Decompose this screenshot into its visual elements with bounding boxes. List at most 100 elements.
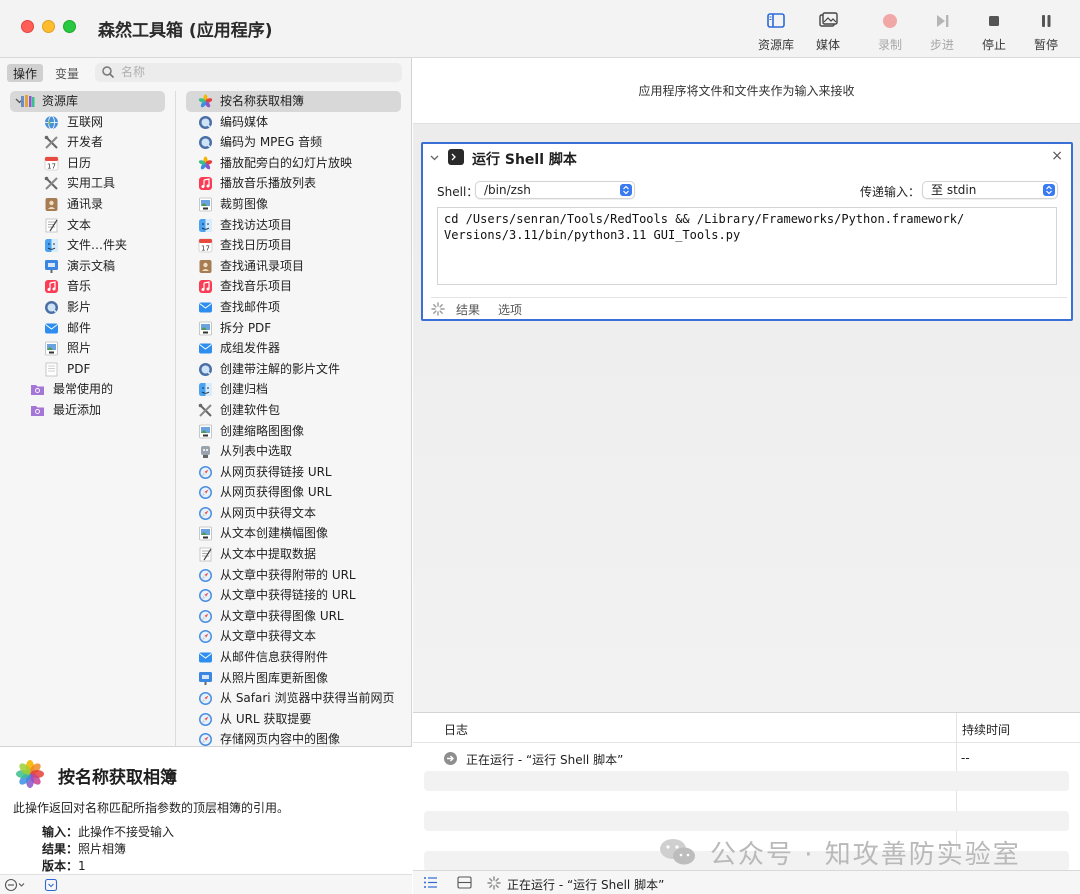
show-description-icon[interactable] <box>44 878 58 892</box>
action-item[interactable]: 查找通讯录项目 <box>177 256 412 277</box>
action-item[interactable]: 按名称获取相簿 <box>186 91 401 112</box>
step-icon <box>937 15 949 27</box>
action-item[interactable]: 从 URL 获取提要 <box>177 709 412 730</box>
action-item[interactable]: 编码为 MPEG 音频 <box>177 132 412 153</box>
chevron-down-icon[interactable] <box>429 152 440 163</box>
library-item[interactable]: 影片 <box>0 297 175 318</box>
library-item-label: 照片 <box>67 341 92 356</box>
library-item[interactable]: 邮件 <box>0 318 175 339</box>
action-item[interactable]: 查找音乐项目 <box>177 276 412 297</box>
close-action-button[interactable]: × <box>1051 148 1063 164</box>
record-button[interactable]: 录制 <box>862 10 918 54</box>
keynote-icon <box>44 259 59 274</box>
preview-icon <box>198 526 213 541</box>
stop-button[interactable]: 停止 <box>966 10 1022 54</box>
action-item-label: 裁剪图像 <box>220 196 269 211</box>
action-item[interactable]: 从文本中提取数据 <box>177 544 412 565</box>
action-item[interactable]: 裁剪图像 <box>177 194 412 215</box>
pass-input-select[interactable]: 至 stdin <box>922 181 1058 199</box>
keynote-icon <box>198 671 213 686</box>
stepper-icon <box>1043 184 1055 196</box>
action-item[interactable]: 从文章中获得文本 <box>177 626 412 647</box>
action-item[interactable]: 从网页获得图像 URL <box>177 482 412 503</box>
action-item[interactable]: 拆分 PDF <box>177 318 412 339</box>
library-item[interactable]: 开发者 <box>0 132 175 153</box>
shell-select[interactable]: /bin/zsh <box>475 181 635 199</box>
action-item[interactable]: 从文章中获得链接的 URL <box>177 585 412 606</box>
library-item[interactable]: 实用工具 <box>0 173 175 194</box>
duration-column-header[interactable]: 持续时间 <box>962 721 1010 738</box>
library-item[interactable]: 照片 <box>0 338 175 359</box>
library-item[interactable]: 演示文稿 <box>0 256 175 277</box>
watermark-text: 公众号 · 知攻善防实验室 <box>710 840 1021 870</box>
library-button[interactable]: 资源库 <box>748 10 804 54</box>
action-menu-icon[interactable] <box>4 878 30 892</box>
action-item[interactable]: 创建归档 <box>177 379 412 400</box>
automator-icon <box>198 444 213 459</box>
music-icon <box>44 279 59 294</box>
search-input[interactable] <box>121 64 391 80</box>
minimize-window-button[interactable] <box>42 20 55 33</box>
action-item[interactable]: 查找邮件项 <box>177 297 412 318</box>
library-item[interactable]: 资源库 <box>10 91 165 112</box>
action-item-label: 从文章中获得图像 URL <box>220 608 344 623</box>
action-item[interactable]: 从文章中获得图像 URL <box>177 606 412 627</box>
left-panel: 操作 变量 资源库互联网开发者 17 日历实用工具通讯录文本文件…件夹演示文稿音乐影… <box>0 58 412 894</box>
split-view-icon[interactable] <box>457 876 472 889</box>
results-tab[interactable]: 结果 <box>456 301 480 318</box>
run-shell-script-action[interactable]: 运行 Shell 脚本 × Shell： /bin/zsh 传递输入： 至 st… <box>421 142 1073 321</box>
list-view-icon[interactable] <box>423 876 438 889</box>
preview-icon <box>44 341 59 356</box>
stop-icon <box>989 16 999 26</box>
log-entry-text: 正在运行 - “运行 Shell 脚本” <box>466 753 624 767</box>
action-item[interactable]: 创建缩略图图像 <box>177 421 412 442</box>
pause-button[interactable]: 暂停 <box>1018 10 1074 54</box>
action-item[interactable]: 从列表中选取 <box>177 441 412 462</box>
action-item[interactable]: 17 查找日历项目 <box>177 235 412 256</box>
workflow-hint-text: 应用程序将文件和文件夹作为输入来接收 <box>638 84 855 98</box>
action-item[interactable]: 从网页获得链接 URL <box>177 462 412 483</box>
library-item[interactable]: 文本 <box>0 215 175 236</box>
library-item[interactable]: 互联网 <box>0 112 175 133</box>
close-window-button[interactable] <box>21 20 34 33</box>
globe-icon <box>44 115 59 130</box>
options-tab[interactable]: 选项 <box>498 301 522 318</box>
action-item[interactable]: 创建带注解的影片文件 <box>177 359 412 380</box>
svg-text:17: 17 <box>201 245 210 253</box>
action-item[interactable]: 创建软件包 <box>177 400 412 421</box>
search-icon <box>102 66 115 79</box>
action-item[interactable]: 从文本创建横幅图像 <box>177 523 412 544</box>
action-item-label: 查找通讯录项目 <box>220 258 305 273</box>
tab-actions[interactable]: 操作 <box>7 64 44 82</box>
action-item[interactable]: 从邮件信息获得附件 <box>177 647 412 668</box>
action-item[interactable]: 播放配旁白的幻灯片放映 <box>177 153 412 174</box>
action-item[interactable]: 从 Safari 浏览器中获得当前网页 <box>177 688 412 709</box>
shell-label: Shell： <box>437 185 479 199</box>
safari-icon <box>198 506 213 521</box>
safari-icon <box>198 485 213 500</box>
library-item[interactable]: PDF <box>0 359 175 380</box>
action-item[interactable]: 查找访达项目 <box>177 215 412 236</box>
library-item[interactable]: 17 日历 <box>0 153 175 174</box>
zoom-window-button[interactable] <box>63 20 76 33</box>
media-button-label: 媒体 <box>815 38 840 52</box>
action-item[interactable]: 从网页中获得文本 <box>177 503 412 524</box>
library-item[interactable]: 最常使用的 <box>0 379 175 400</box>
library-item[interactable]: 通讯录 <box>0 194 175 215</box>
tab-variables[interactable]: 变量 <box>49 64 85 82</box>
step-button[interactable]: 步进 <box>914 10 970 54</box>
library-item[interactable]: 最近添加 <box>0 400 175 421</box>
action-item[interactable]: 播放音乐播放列表 <box>177 173 412 194</box>
text-icon <box>198 547 213 562</box>
action-item[interactable]: 从照片图库更新图像 <box>177 668 412 689</box>
action-item[interactable]: 编码媒体 <box>177 112 412 133</box>
library-item[interactable]: 文件…件夹 <box>0 235 175 256</box>
log-column-header[interactable]: 日志 <box>444 721 468 738</box>
script-editor[interactable]: cd /Users/senran/Tools/RedTools && /Libr… <box>437 207 1057 285</box>
log-row[interactable]: 正在运行 - “运行 Shell 脚本” -- <box>413 749 1080 769</box>
action-item[interactable]: 存储网页内容中的图像 <box>177 729 412 746</box>
action-item[interactable]: 成组发件器 <box>177 338 412 359</box>
media-button[interactable]: 媒体 <box>800 10 856 54</box>
library-item[interactable]: 音乐 <box>0 276 175 297</box>
action-item[interactable]: 从文章中获得附带的 URL <box>177 565 412 586</box>
